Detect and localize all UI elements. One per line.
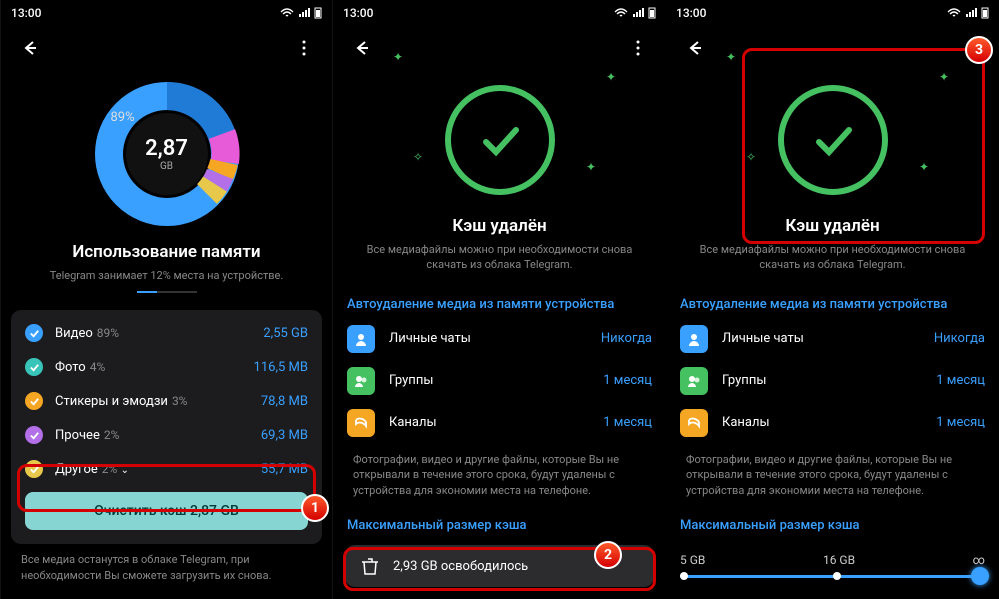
row-label: Группы — [722, 373, 936, 388]
category-label: Прочее2% — [55, 428, 261, 443]
page-title: Использование памяти — [21, 242, 312, 262]
trash-sparkle-icon — [359, 555, 381, 577]
auto-delete-row[interactable]: Каналы1 месяц — [666, 402, 999, 444]
status-icons — [947, 7, 989, 19]
category-row[interactable]: Прочее2%69,3 MB — [11, 418, 322, 452]
section-max-cache: Максимальный размер кэша — [333, 506, 666, 539]
row-icon — [680, 367, 708, 395]
auto-delete-row[interactable]: Группы1 месяц — [333, 360, 666, 402]
page-subtitle: Все медиафайлы можно при необходимости с… — [686, 242, 979, 273]
panel-storage-usage: 13:00 89% 2,87 GB Исполь — [0, 0, 333, 599]
row-value: Никогда — [601, 331, 652, 346]
annotation-badge-3: 3 — [965, 36, 993, 64]
category-size: 2,55 GB — [263, 326, 308, 341]
page-indicator — [137, 291, 197, 293]
row-label: Каналы — [389, 415, 603, 430]
donut-unit: GB — [160, 161, 173, 172]
back-button[interactable] — [674, 28, 714, 68]
panel-cache-cleared-2: 13:00 ✦✦✧✦ Кэш удалён Все медиафайлы мож… — [333, 0, 666, 599]
success-check-icon — [440, 80, 560, 200]
battery-icon — [314, 7, 322, 19]
category-size: 116,5 MB — [254, 360, 308, 375]
status-time: 13:00 — [676, 6, 706, 20]
footer-note: Все медиа останутся в облаке Telegram, п… — [1, 544, 332, 591]
status-time: 13:00 — [343, 6, 373, 20]
top-bar — [1, 26, 332, 70]
row-icon — [680, 409, 708, 437]
page-title: Кэш удалён — [686, 216, 979, 236]
checkbox-icon — [25, 426, 43, 444]
row-label: Личные чаты — [722, 331, 934, 346]
row-icon — [347, 409, 375, 437]
row-label: Личные чаты — [389, 331, 601, 346]
status-bar: 13:00 — [1, 0, 332, 26]
auto-delete-row[interactable]: Группы1 месяц — [666, 360, 999, 402]
row-label: Каналы — [722, 415, 936, 430]
panel-cache-cleared-3: 13:00 ✦✦✧✦ Кэш удалён Все медиафайлы мож… — [666, 0, 999, 599]
row-icon — [347, 367, 375, 395]
row-value: 1 месяц — [603, 373, 652, 388]
page-subtitle: Telegram занимает 12% места на устройств… — [21, 268, 312, 283]
auto-delete-row[interactable]: Каналы1 месяц — [333, 402, 666, 444]
category-size: 69,3 MB — [261, 428, 308, 443]
page-subtitle: Все медиафайлы можно при необходимости с… — [353, 242, 646, 273]
section-auto-delete: Автоудаление медиа из памяти устройства — [333, 285, 666, 318]
auto-delete-row[interactable]: Личные чатыНикогда — [666, 318, 999, 360]
annotation-badge-1: 1 — [301, 494, 329, 522]
category-row[interactable]: Другое2% ⌄55,7 MB — [11, 452, 322, 486]
status-icons — [280, 7, 322, 19]
signal-icon — [298, 8, 310, 18]
success-check-icon — [773, 80, 893, 200]
checkbox-icon — [25, 392, 43, 410]
auto-delete-note: Фотографии, видео и другие файлы, которы… — [333, 444, 666, 506]
more-button[interactable] — [284, 28, 324, 68]
status-bar: 13:00 — [333, 0, 666, 26]
row-value: 1 месяц — [936, 373, 985, 388]
category-label: Фото4% — [55, 360, 254, 375]
category-label: Видео89% — [55, 326, 263, 341]
checkbox-icon — [25, 358, 43, 376]
section-auto-delete: Автоудаление медиа из памяти устройства — [666, 285, 999, 318]
row-icon — [680, 325, 708, 353]
storage-chart-block: 89% 2,87 GB Использование памяти Telegra… — [1, 70, 332, 305]
auto-delete-row[interactable]: Личные чатыНикогда — [333, 318, 666, 360]
more-button[interactable] — [618, 28, 658, 68]
donut-main-pct: 89% — [111, 110, 135, 125]
back-button[interactable] — [9, 28, 49, 68]
row-label: Группы — [389, 373, 603, 388]
toast-text: 2,93 GB освободилось — [393, 559, 528, 574]
max-cache-slider[interactable]: 5 GB 16 GB ∞ — [666, 539, 999, 592]
donut-chart: 89% 2,87 GB — [87, 74, 247, 234]
checkbox-icon — [25, 324, 43, 342]
category-label: Стикеры и эмодзи3% — [55, 394, 261, 409]
annotation-badge-2: 2 — [594, 541, 622, 569]
checkbox-icon — [25, 460, 43, 478]
back-button[interactable] — [341, 28, 381, 68]
auto-delete-list: Личные чатыНикогдаГруппы1 месяцКаналы1 м… — [333, 318, 666, 444]
row-value: 1 месяц — [603, 415, 652, 430]
status-time: 13:00 — [11, 6, 41, 20]
wifi-icon — [280, 8, 294, 18]
status-bar: 13:00 — [666, 0, 999, 26]
donut-value: 2,87 — [145, 136, 188, 161]
categories-card: Видео89%2,55 GBФото4%116,5 MBСтикеры и э… — [11, 310, 322, 544]
category-row[interactable]: Фото4%116,5 MB — [11, 350, 322, 384]
row-icon — [347, 325, 375, 353]
category-row[interactable]: Стикеры и эмодзи3%78,8 MB — [11, 384, 322, 418]
page-title: Кэш удалён — [353, 216, 646, 236]
category-size: 78,8 MB — [261, 394, 308, 409]
row-value: Никогда — [934, 331, 985, 346]
clear-cache-button[interactable]: Очистить кэш 2,87 GB — [25, 492, 308, 530]
category-row[interactable]: Видео89%2,55 GB — [11, 316, 322, 350]
category-label: Другое2% ⌄ — [55, 462, 261, 477]
row-value: 1 месяц — [936, 415, 985, 430]
category-size: 55,7 MB — [261, 462, 308, 477]
auto-delete-note: Фотографии, видео и другие файлы, которы… — [666, 444, 999, 506]
section-max-cache: Максимальный размер кэша — [666, 506, 999, 539]
status-icons — [614, 7, 656, 19]
auto-delete-list: Личные чатыНикогдаГруппы1 месяцКаналы1 м… — [666, 318, 999, 444]
